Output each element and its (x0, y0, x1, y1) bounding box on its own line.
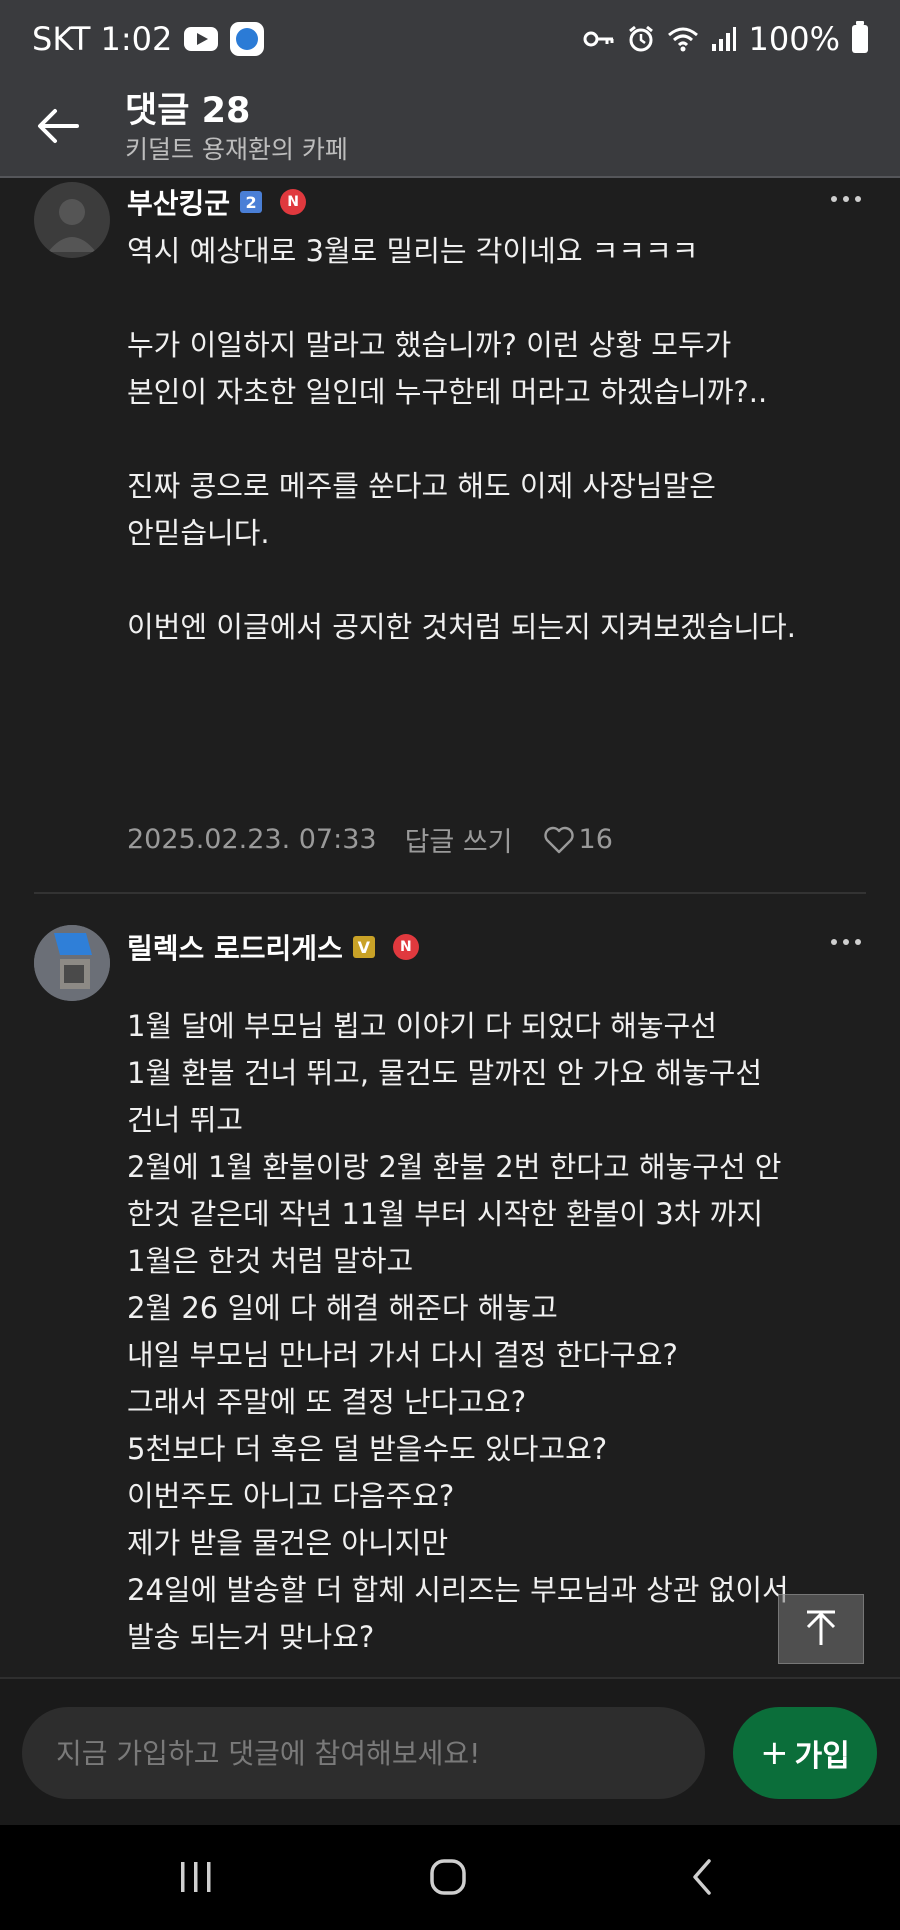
carrier-time: SKT 1:02 (32, 20, 173, 58)
comment-line: 2월에 1월 환불이랑 2월 환불 2번 한다고 해놓구선 안 (127, 1150, 782, 1184)
comment-line: 내일 부모님 만나러 가서 다시 결정 한다구요? (127, 1338, 678, 1372)
comment-line: 24일에 발송할 더 합체 시리즈는 부모님과 상관 없이서 (127, 1573, 789, 1607)
arrow-left-icon (38, 109, 79, 143)
system-back-button[interactable] (672, 1851, 732, 1903)
like-count: 16 (578, 824, 613, 855)
comment-text: 역시 예상대로 3월로 밀리는 각이네요 ㅋㅋㅋㅋ 누가 이일하지 말라고 했습… (127, 228, 887, 651)
comment-line: 5천보다 더 혹은 덜 받을수도 있다고요? (127, 1432, 608, 1466)
heart-icon (543, 826, 574, 853)
comment-line: 역시 예상대로 3월로 밀리는 각이네요 ㅋㅋㅋㅋ (127, 234, 699, 268)
new-badge: N (392, 934, 419, 960)
app-notification-icon (230, 22, 265, 56)
comment-line: 한것 같은데 작년 11월 부터 시작한 환불이 3차 까지 (127, 1197, 764, 1231)
like-button[interactable]: 16 (543, 824, 613, 855)
comment-list: 부산킹군 2 N 역시 예상대로 3월로 밀리는 각이네요 ㅋㅋㅋㅋ 누가 이일… (0, 180, 900, 1677)
comment-line: 진짜 콩으로 메주를 쑨다고 해도 이제 사장님말은 (127, 469, 716, 503)
default-avatar-icon (48, 199, 96, 252)
comment-meta: 2025.02.23. 07:33 답글 쓰기 16 (127, 820, 613, 859)
comment-line: 본인이 자초한 일인데 누구한테 머라고 하겠습니까?.. (127, 375, 768, 409)
divider (34, 892, 866, 894)
arrow-up-icon (806, 1610, 836, 1645)
scroll-to-top-button[interactable] (778, 1594, 864, 1664)
comment-line: 발송 되는거 맞나요? (127, 1620, 375, 1654)
recent-apps-button[interactable] (166, 1851, 226, 1903)
level-badge: 2 (240, 191, 263, 213)
user-photo-icon (34, 925, 110, 1001)
comment-line: 1월 환불 건너 뛰고, 물건도 말까진 안 가요 해놓구선 (127, 1056, 763, 1090)
comment-date: 2025.02.23. 07:33 (127, 824, 377, 855)
reply-button[interactable]: 답글 쓰기 (405, 820, 513, 859)
new-badge: N (280, 189, 307, 215)
system-nav-bar (0, 1825, 900, 1930)
status-bar: SKT 1:02 100% (0, 0, 900, 78)
level-badge: V (352, 936, 375, 958)
home-icon (430, 1859, 466, 1895)
header: 댓글 28 키덜트 용재환의 카페 (0, 78, 900, 178)
status-right: 100% (583, 20, 868, 58)
comment-line: 1월은 한것 처럼 말하고 (127, 1244, 414, 1278)
cafe-name[interactable]: 키덜트 용재환의 카페 (125, 130, 348, 166)
youtube-icon (184, 27, 219, 51)
author-row: 릴렉스 로드리게스 V N (127, 927, 419, 967)
vpn-key-icon (583, 31, 614, 47)
join-label: 가입 (794, 1739, 850, 1774)
chevron-left-icon (693, 1859, 711, 1895)
join-button[interactable]: + 가입 (733, 1707, 877, 1799)
status-left: SKT 1:02 (32, 20, 265, 58)
avatar[interactable] (34, 925, 110, 1001)
author-name[interactable]: 릴렉스 로드리게스 (127, 927, 343, 967)
home-button[interactable] (418, 1851, 478, 1903)
page-title: 댓글 28 (125, 91, 251, 131)
avatar[interactable] (34, 182, 110, 258)
author-name[interactable]: 부산킹군 (127, 182, 230, 222)
comment-line: 안믿습니다. (127, 516, 270, 550)
plus-icon: + (760, 1733, 789, 1773)
signal-icon (711, 27, 736, 51)
back-button[interactable] (28, 96, 88, 156)
comment-item: 릴렉스 로드리게스 V N 1월 달에 부모님 뵙고 이야기 다 되었다 해놓구… (0, 925, 900, 1677)
wifi-icon (667, 27, 698, 52)
comment-line: 2월 26 일에 다 해결 해준다 해놓고 (127, 1291, 558, 1325)
comment-line: 누가 이일하지 말라고 했습니까? 이런 상황 모두가 (127, 328, 732, 362)
comment-line: 1월 달에 부모님 뵙고 이야기 다 되었다 해놓구선 (127, 1009, 717, 1043)
comment-line: 제가 받을 물건은 아니지만 (127, 1526, 449, 1560)
comment-line: 건너 뛰고 (127, 1103, 243, 1137)
comment-line: 이번엔 이글에서 공지한 것처럼 되는지 지켜보겠습니다. (127, 610, 796, 644)
comment-line: 그래서 주말에 또 결정 난다고요? (127, 1385, 527, 1419)
more-options-button[interactable] (824, 927, 868, 957)
comment-item: 부산킹군 2 N 역시 예상대로 3월로 밀리는 각이네요 ㅋㅋㅋㅋ 누가 이일… (0, 180, 900, 900)
author-row: 부산킹군 2 N (127, 182, 307, 222)
comment-line: 이번주도 아니고 다음주요? (127, 1479, 455, 1513)
comment-text: 1월 달에 부모님 뵙고 이야기 다 되었다 해놓구선 1월 환불 건너 뛰고,… (127, 1003, 887, 1661)
comment-input-bar: + 가입 (0, 1677, 900, 1825)
comment-input[interactable] (22, 1707, 705, 1799)
more-options-button[interactable] (824, 184, 868, 214)
battery-percent: 100% (748, 20, 840, 58)
recent-apps-icon (181, 1862, 211, 1892)
alarm-icon (628, 25, 653, 52)
battery-icon (852, 21, 868, 53)
